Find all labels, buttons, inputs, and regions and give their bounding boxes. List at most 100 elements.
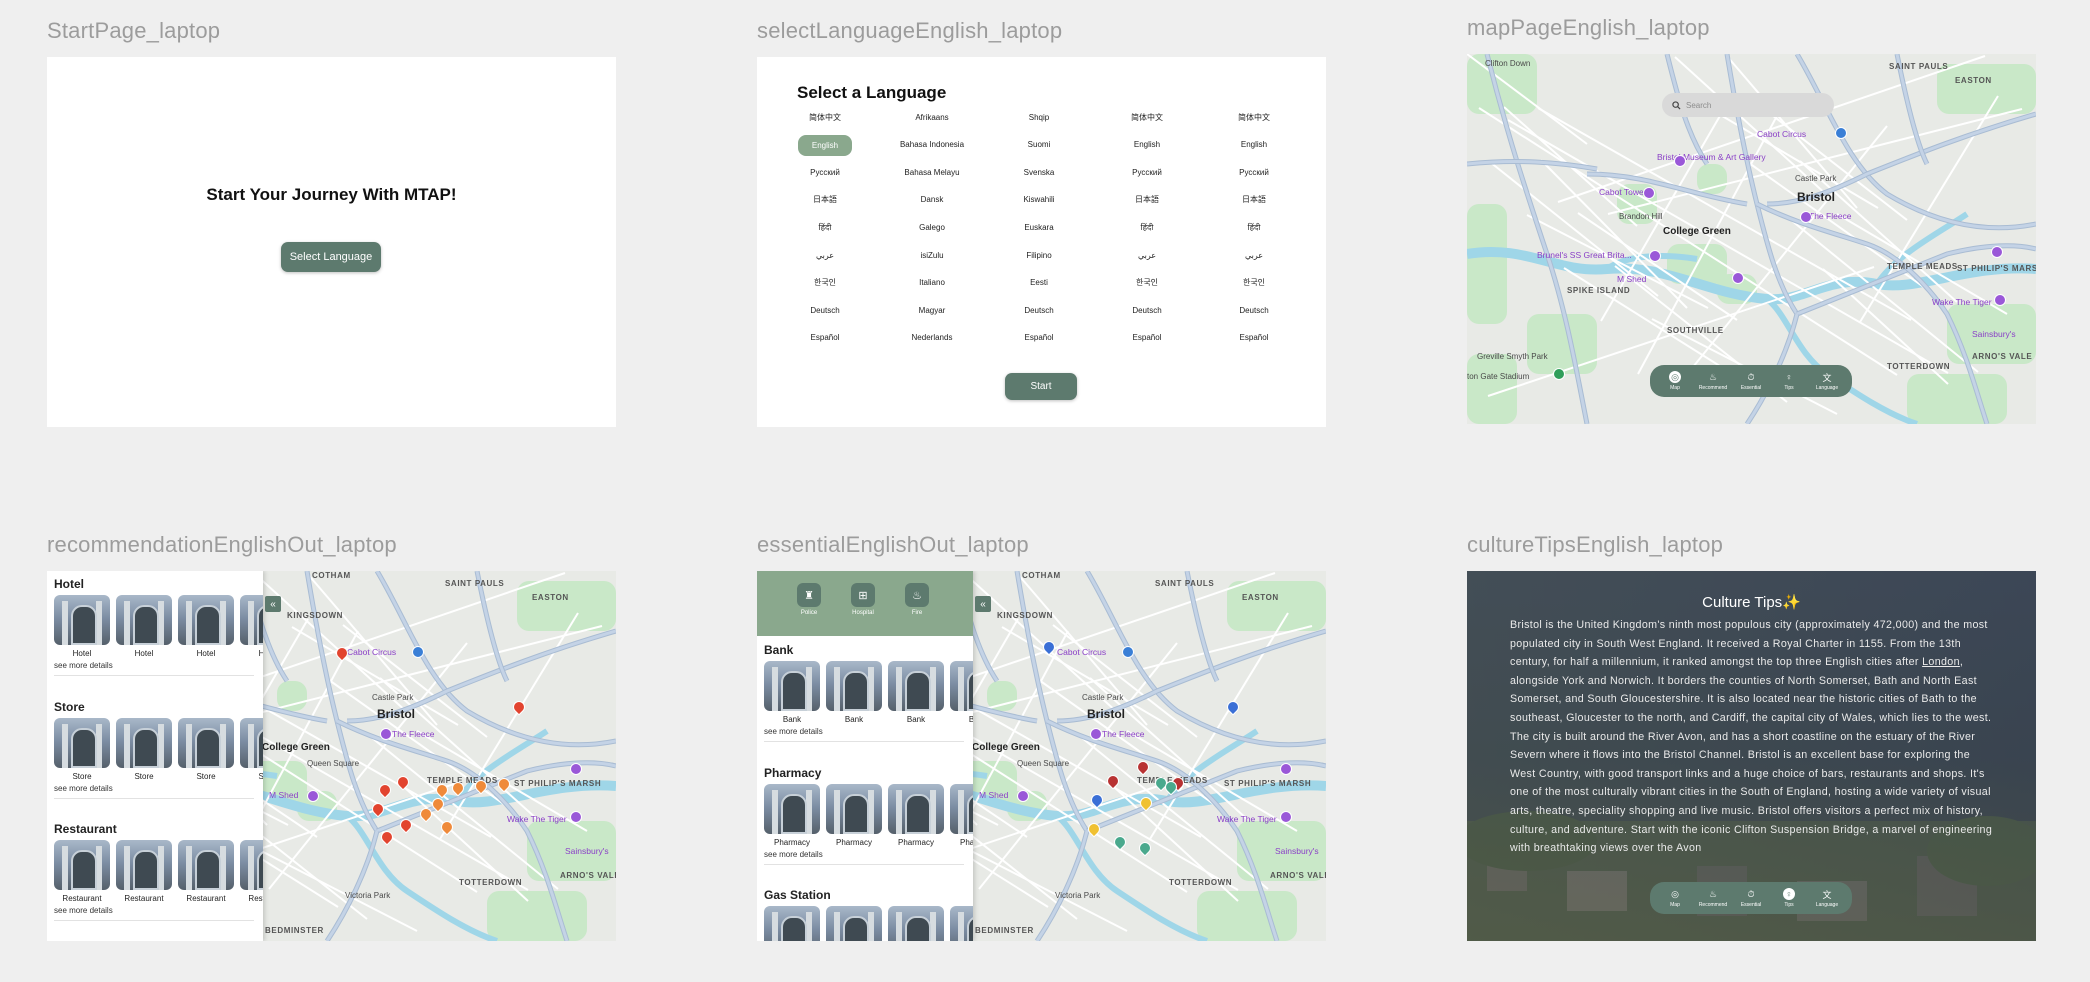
place-thumbnail[interactable] xyxy=(54,840,110,890)
poi-pin-icon[interactable] xyxy=(570,811,582,823)
place-thumbnail[interactable] xyxy=(764,906,820,941)
language-option[interactable]: 日本語 xyxy=(790,190,860,210)
collapse-panel-button[interactable]: « xyxy=(265,596,281,612)
nav-recommend[interactable]: ♨ Recommend xyxy=(1696,882,1730,914)
nav-language[interactable]: 文 Language xyxy=(1810,365,1844,397)
nav-language[interactable]: 文 Language xyxy=(1810,882,1844,914)
language-option[interactable]: 한국인 xyxy=(790,273,860,293)
language-option[interactable]: Español xyxy=(1004,328,1074,348)
place-thumbnail[interactable] xyxy=(826,906,882,941)
nav-essential[interactable]: ⏱ Essential xyxy=(1734,882,1768,914)
poi-pin-icon[interactable] xyxy=(1090,728,1102,740)
poi-pin-icon[interactable] xyxy=(1017,790,1029,802)
nav-tips[interactable]: ♀ Tips xyxy=(1772,882,1806,914)
fire-button[interactable]: ♨ Fire xyxy=(905,583,929,616)
language-option[interactable]: Filipino xyxy=(1004,245,1074,265)
poi-pin-icon[interactable] xyxy=(1991,246,2003,258)
poi-pin-icon[interactable] xyxy=(1732,272,1744,284)
place-thumbnail[interactable] xyxy=(826,783,882,834)
language-option[interactable]: Español xyxy=(1219,328,1289,348)
poi-pin-icon[interactable] xyxy=(1280,811,1292,823)
place-thumbnail[interactable] xyxy=(178,717,234,768)
place-thumbnail[interactable] xyxy=(950,661,973,711)
language-option[interactable]: Shqip xyxy=(1004,107,1074,127)
language-option[interactable]: 简体中文 xyxy=(790,107,860,127)
language-option[interactable]: Eesti xyxy=(1004,273,1074,293)
poi-pin-icon[interactable] xyxy=(307,790,319,802)
see-more-link[interactable]: see more details xyxy=(764,850,823,859)
language-option[interactable]: Русский xyxy=(1112,162,1182,182)
place-thumbnail[interactable] xyxy=(888,906,944,941)
place-thumbnail[interactable] xyxy=(178,840,234,890)
see-more-link[interactable]: see more details xyxy=(54,661,113,670)
london-link[interactable]: London xyxy=(1922,656,1960,668)
language-option[interactable]: Afrikaans xyxy=(897,107,967,127)
language-option[interactable]: Magyar xyxy=(897,300,967,320)
poi-pin-icon[interactable] xyxy=(1280,763,1292,775)
poi-pin-icon[interactable] xyxy=(1643,187,1655,199)
language-option[interactable]: 日本語 xyxy=(1112,190,1182,210)
nav-tips[interactable]: ♀ Tips xyxy=(1772,365,1806,397)
language-option[interactable]: isiZulu xyxy=(897,245,967,265)
language-option[interactable]: Bahasa Indonesia xyxy=(897,135,967,155)
language-option[interactable]: Suomi xyxy=(1004,135,1074,155)
place-thumbnail[interactable] xyxy=(240,840,263,890)
place-thumbnail[interactable] xyxy=(950,906,973,941)
nav-map[interactable]: ◎ Map xyxy=(1658,365,1692,397)
poi-pin-icon[interactable] xyxy=(1674,155,1686,167)
language-option[interactable]: English xyxy=(1219,135,1289,155)
language-option[interactable]: हिंदी xyxy=(790,217,860,237)
see-more-link[interactable]: see more details xyxy=(54,784,113,793)
start-button[interactable]: Start xyxy=(1005,373,1077,400)
language-option[interactable]: Bahasa Melayu xyxy=(897,162,967,182)
language-option[interactable]: Galego xyxy=(897,217,967,237)
language-option[interactable]: हिंदी xyxy=(1219,217,1289,237)
language-option[interactable]: عربي xyxy=(790,245,860,265)
language-option[interactable]: Deutsch xyxy=(1112,300,1182,320)
nav-recommend[interactable]: ♨ Recommend xyxy=(1696,365,1730,397)
language-option[interactable]: Dansk xyxy=(897,190,967,210)
language-option[interactable]: Euskara xyxy=(1004,217,1074,237)
language-option[interactable]: English xyxy=(1112,135,1182,155)
place-thumbnail[interactable] xyxy=(54,717,110,768)
police-button[interactable]: ♜ Police xyxy=(797,583,821,616)
language-option[interactable]: Русский xyxy=(1219,162,1289,182)
poi-pin-icon[interactable] xyxy=(570,763,582,775)
language-option[interactable]: 한국인 xyxy=(1219,273,1289,293)
poi-pin-icon[interactable] xyxy=(1835,127,1847,139)
hospital-button[interactable]: ⊞ Hospital xyxy=(851,583,875,616)
nav-essential[interactable]: ⏱ Essential xyxy=(1734,365,1768,397)
language-option[interactable]: Italiano xyxy=(897,273,967,293)
language-option[interactable]: Español xyxy=(790,328,860,348)
language-option[interactable]: 日本語 xyxy=(1219,190,1289,210)
place-thumbnail[interactable] xyxy=(888,661,944,711)
place-thumbnail[interactable] xyxy=(826,661,882,711)
place-thumbnail[interactable] xyxy=(116,595,172,645)
place-thumbnail[interactable] xyxy=(116,717,172,768)
language-option[interactable]: 简体中文 xyxy=(1112,107,1182,127)
see-more-link[interactable]: see more details xyxy=(764,727,823,736)
language-option[interactable]: عربي xyxy=(1219,245,1289,265)
place-thumbnail[interactable] xyxy=(240,717,263,768)
language-option[interactable]: Svenska xyxy=(1004,162,1074,182)
poi-pin-icon[interactable] xyxy=(1649,250,1661,262)
language-option[interactable]: Kiswahili xyxy=(1004,190,1074,210)
nav-map[interactable]: ◎ Map xyxy=(1658,882,1692,914)
language-option[interactable]: Deutsch xyxy=(790,300,860,320)
language-option[interactable]: 简体中文 xyxy=(1219,107,1289,127)
language-option[interactable]: Español xyxy=(1112,328,1182,348)
poi-pin-icon[interactable] xyxy=(1800,211,1812,223)
place-thumbnail[interactable] xyxy=(888,783,944,834)
place-thumbnail[interactable] xyxy=(950,783,973,834)
select-language-button[interactable]: Select Language xyxy=(281,242,381,272)
poi-pin-icon[interactable] xyxy=(1553,368,1565,380)
place-thumbnail[interactable] xyxy=(54,595,110,645)
language-option[interactable]: 한국인 xyxy=(1112,273,1182,293)
place-thumbnail[interactable] xyxy=(240,595,263,645)
place-thumbnail[interactable] xyxy=(764,661,820,711)
poi-pin-icon[interactable] xyxy=(1994,294,2006,306)
language-option[interactable]: Deutsch xyxy=(1004,300,1074,320)
language-option[interactable]: Deutsch xyxy=(1219,300,1289,320)
collapse-panel-button[interactable]: « xyxy=(975,596,991,612)
place-thumbnail[interactable] xyxy=(764,783,820,834)
